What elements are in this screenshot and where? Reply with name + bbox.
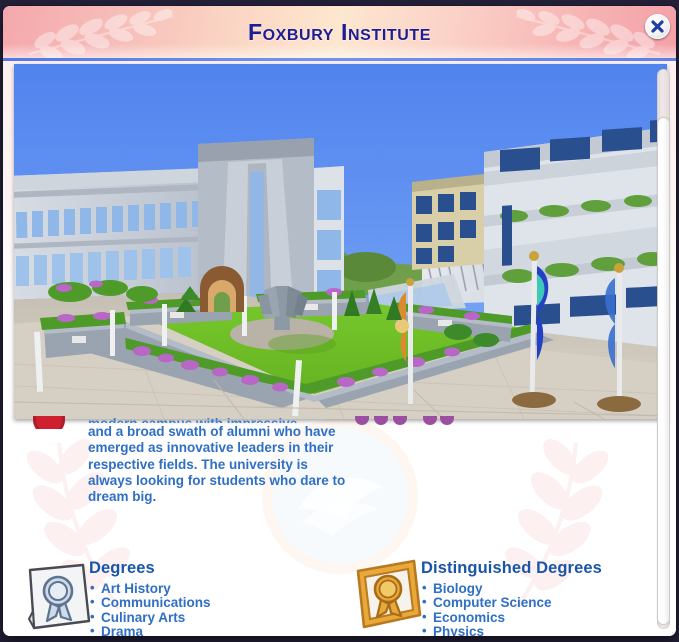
- dialog-title: Foxbury Institute: [247, 19, 432, 45]
- rating-pip: [393, 416, 407, 425]
- degree-item: Art History: [89, 581, 339, 596]
- degree-item: Economics: [421, 610, 656, 625]
- lot-rating-pips: Lot Traits: [355, 416, 475, 428]
- rating-pip: [440, 416, 454, 425]
- rating-pip: [374, 416, 388, 425]
- gold-ribbon-certificate-icon: [356, 559, 422, 629]
- distinguished-degrees-heading: Distinguished Degrees: [421, 559, 602, 577]
- degrees-heading: Degrees: [89, 559, 155, 577]
- foxbury-institute-dialog: Foxbury Institute and a broad swath of a…: [3, 6, 676, 636]
- scrollbar-thumb[interactable]: [657, 117, 670, 625]
- rating-pip: [423, 416, 437, 425]
- dialog-header: Foxbury Institute: [3, 6, 676, 58]
- degree-item: Physics: [421, 624, 656, 636]
- degree-item: Biology: [421, 581, 656, 596]
- degree-item: Drama: [89, 624, 339, 636]
- degree-item: Computer Science: [421, 595, 656, 610]
- dialog-body: Lot Traits modern campus with impressive…: [3, 61, 676, 636]
- close-x-icon: [651, 20, 664, 33]
- campus-hero-image: [14, 64, 667, 419]
- institute-description-body: and a broad swath of alumni who have eme…: [88, 424, 346, 505]
- institute-description-clipped-line: modern campus with impressive facilities: [88, 416, 348, 423]
- degrees-column-distinguished: Distinguished Degrees Biology Computer S…: [421, 559, 656, 636]
- content-scrollbar[interactable]: [657, 69, 670, 629]
- degrees-column-basic: Degrees Art History Communications Culin…: [89, 559, 339, 636]
- university-crest-sliver: [31, 416, 67, 429]
- degree-item: Culinary Arts: [89, 610, 339, 625]
- degrees-list: Art History Communications Culinary Arts…: [89, 581, 339, 636]
- close-button[interactable]: [645, 14, 670, 39]
- rating-pip: [355, 416, 369, 425]
- distinguished-degrees-list: Biology Computer Science Economics Physi…: [421, 581, 656, 636]
- institute-description: modern campus with impressive facilities…: [88, 416, 348, 505]
- silver-ribbon-certificate-icon: [27, 563, 91, 630]
- degree-item: Communications: [89, 595, 339, 610]
